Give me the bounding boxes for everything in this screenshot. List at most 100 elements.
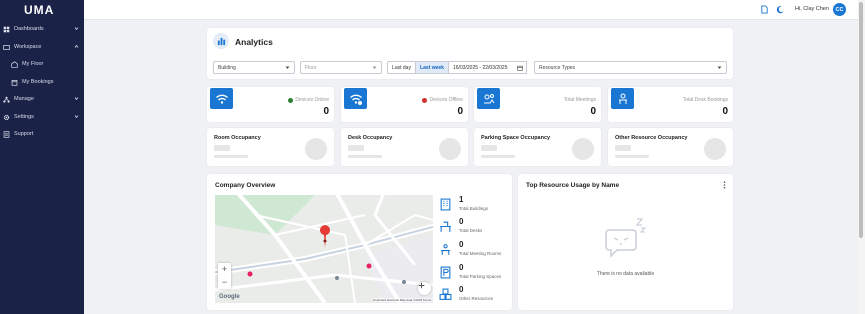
stat-value: 0 <box>323 106 329 117</box>
room-occupancy-card: Room Occupancy <box>207 128 334 166</box>
top-resource-usage-card: Top Resource Usage by Name There is no d… <box>518 174 733 310</box>
stat-label: Total Parking Spaces <box>459 274 502 279</box>
avatar[interactable]: CC <box>833 3 846 16</box>
skeleton-circle <box>572 138 594 160</box>
skeleton-line <box>481 145 497 151</box>
sleeping-chat-icon <box>605 218 647 258</box>
skeleton-line <box>481 155 515 158</box>
sidebar-item-workspace[interactable]: Workspace <box>0 40 84 54</box>
sidebar-item-label: My Bookings <box>22 79 54 85</box>
sidebar-item-support[interactable]: Support <box>0 127 84 141</box>
stat-value: 0 <box>459 263 464 272</box>
skeleton-circle <box>305 138 327 160</box>
devices-offline-card: Devices Offline 0 <box>341 87 468 122</box>
sidebar-item-label: Support <box>14 131 34 137</box>
card-title: Desk Occupancy <box>348 135 393 141</box>
card-title: Top Resource Usage by Name <box>526 182 620 189</box>
user-greeting[interactable]: Hi, Clay Chen <box>795 6 829 12</box>
card-title: Parking Space Occupancy <box>481 135 551 141</box>
devices-online-card: Devices Online 0 <box>207 87 334 122</box>
skeleton-line <box>348 155 382 158</box>
stat-value: 0 <box>590 106 596 117</box>
stat-label: Total Desk Bookings <box>682 97 728 103</box>
sidebar-item-settings[interactable]: Settings <box>0 110 84 124</box>
zoom-out-button[interactable]: − <box>218 276 231 289</box>
map[interactable]: + − Google Keyboard shortcuts Map data ©… <box>215 195 433 303</box>
bookings-icon <box>11 79 18 86</box>
floor-select[interactable]: Floor <box>300 61 382 74</box>
google-logo: Google <box>219 294 240 300</box>
desk-icon <box>440 221 451 232</box>
wifi-icon <box>210 88 233 109</box>
meeting-room-icon <box>441 244 450 255</box>
skeleton-line <box>214 145 230 151</box>
total-parking-spaces-stat: 0 Total Parking Spaces <box>438 263 508 285</box>
total-desks-stat: 0 Total Desks <box>438 217 508 239</box>
total-desk-bookings-card: Total Desk Bookings 0 <box>608 87 733 122</box>
more-options-icon[interactable] <box>722 181 727 189</box>
floor-icon <box>11 60 18 68</box>
workspace-icon <box>3 44 10 51</box>
app-logo[interactable]: UMA <box>24 3 54 17</box>
wifi-off-icon <box>344 88 367 109</box>
stat-value: 0 <box>459 285 464 294</box>
skeleton-circle <box>439 138 461 160</box>
skeleton-line <box>348 145 364 151</box>
card-title: Room Occupancy <box>214 135 261 141</box>
calendar-icon[interactable] <box>517 65 523 71</box>
analytics-icon <box>213 33 229 49</box>
stat-value: 0 <box>457 106 463 117</box>
sidebar-item-label: Settings <box>14 114 34 120</box>
expand-icon <box>418 282 425 289</box>
resources-icon <box>439 288 452 300</box>
sidebar-item-my-floor[interactable]: My Floor <box>0 57 84 71</box>
top-bar: Hi, Clay Chen CC <box>84 0 858 20</box>
last-day-button[interactable]: Last day <box>387 61 416 74</box>
sidebar-item-my-bookings[interactable]: My Bookings <box>0 75 84 89</box>
company-overview-card: Company Overview + − Google Keyboard sho… <box>207 174 512 310</box>
chevron-down-icon <box>74 115 79 119</box>
map-attribution[interactable]: Keyboard shortcuts Map data ©2025 Terms <box>373 298 431 302</box>
dashboard-icon <box>3 26 10 33</box>
skeleton-line <box>615 145 631 151</box>
manage-icon <box>3 96 10 103</box>
stat-label: Total Desks <box>459 228 483 233</box>
stat-label: Total Meetings <box>563 97 596 103</box>
page-scrollbar[interactable] <box>858 0 865 314</box>
card-title: Other Resource Occupancy <box>615 135 688 141</box>
sidebar-item-dashboards[interactable]: Dashboards <box>0 22 84 36</box>
card-title: Company Overview <box>215 182 276 189</box>
sidebar-item-manage[interactable]: Manage <box>0 92 84 106</box>
resource-types-select[interactable]: Resource Types <box>534 61 727 74</box>
parking-icon <box>440 266 451 279</box>
zoom-in-button[interactable]: + <box>218 263 231 276</box>
map-zoom-control[interactable]: + − <box>218 263 231 289</box>
stat-value: 0 <box>459 217 464 226</box>
support-icon <box>3 130 10 138</box>
stat-label: Total Buildings <box>459 206 489 211</box>
stat-label: Devices Offline <box>429 97 463 103</box>
analytics-header-card: Analytics Building Floor Last day Last w… <box>207 28 733 79</box>
stat-value: 0 <box>459 240 464 249</box>
building-icon <box>440 198 451 211</box>
stat-label: Total Meeting Rooms <box>459 251 502 256</box>
dark-mode-icon[interactable] <box>776 5 785 14</box>
map-fullscreen-button[interactable] <box>418 282 431 295</box>
parking-occupancy-card: Parking Space Occupancy <box>474 128 601 166</box>
last-week-button[interactable]: Last week <box>416 61 449 74</box>
document-icon[interactable] <box>760 5 769 14</box>
chevron-down-icon <box>717 66 722 69</box>
other-resource-occupancy-card: Other Resource Occupancy <box>608 128 733 166</box>
desk-booking-icon <box>611 88 634 109</box>
total-meetings-card: Total Meetings 0 <box>474 87 601 122</box>
stat-value: 0 <box>722 106 728 117</box>
scrollbar-thumb[interactable] <box>859 2 863 238</box>
desk-occupancy-card: Desk Occupancy <box>341 128 468 166</box>
sidebar-item-label: Manage <box>14 96 34 102</box>
building-select[interactable]: Building <box>213 61 295 74</box>
skeleton-circle <box>704 138 726 160</box>
other-resources-stat: 0 Other Resources <box>438 285 508 307</box>
skeleton-line <box>214 155 248 158</box>
offline-status-dot <box>422 97 428 103</box>
date-range-input[interactable]: 16/03/2025 - 22/03/2025 <box>449 61 527 74</box>
